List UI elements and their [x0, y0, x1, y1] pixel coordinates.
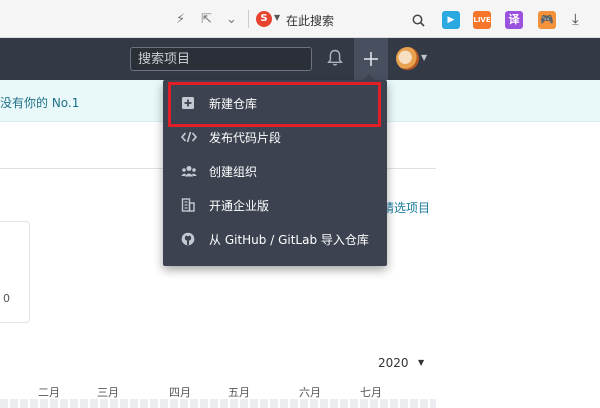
toolbar-divider — [248, 10, 249, 28]
chevron-down-icon[interactable]: ⌄ — [226, 12, 237, 27]
caret-down-icon[interactable]: ▼ — [274, 13, 280, 22]
month-label: 四月 — [169, 386, 191, 399]
highlight-box — [168, 82, 381, 127]
menu-item-label: 从 GitHub / GitLab 导入仓库 — [209, 233, 369, 247]
plus-icon — [364, 52, 378, 66]
sogou-logo-icon[interactable]: S — [256, 11, 272, 27]
contribution-calendar — [0, 399, 436, 408]
caret-down-icon[interactable]: ▼ — [421, 53, 427, 62]
month-label: 五月 — [228, 386, 250, 399]
menu-item-create-organization[interactable]: 创建组织 — [163, 154, 387, 188]
stats-value: 0 — [3, 292, 10, 305]
menu-item-enterprise[interactable]: 开通企业版 — [163, 188, 387, 222]
menu-item-import-repository[interactable]: 从 GitHub / GitLab 导入仓库 — [163, 222, 387, 256]
download-icon[interactable]: ⤓ — [572, 10, 579, 28]
site-header: ▼ — [0, 38, 600, 80]
search-icon[interactable] — [412, 12, 425, 31]
bell-icon[interactable] — [327, 49, 343, 71]
month-label: 六月 — [299, 386, 321, 399]
avatar[interactable] — [396, 47, 419, 70]
code-icon — [180, 129, 198, 143]
building-icon — [181, 197, 195, 212]
live-extension-icon[interactable]: LIVE — [473, 11, 491, 29]
people-icon — [181, 163, 197, 177]
translate-extension-icon[interactable]: 译 — [505, 11, 523, 29]
lightning-icon[interactable]: ⚡ — [176, 12, 185, 27]
year-select[interactable]: 2020 — [378, 356, 409, 370]
featured-projects-link[interactable]: 精选项目 — [382, 199, 430, 216]
menu-item-label: 开通企业版 — [209, 199, 270, 213]
browser-search-box[interactable]: 在此搜索 — [286, 12, 334, 29]
search-input[interactable] — [130, 47, 312, 71]
gamepad-icon[interactable]: 🎮 — [538, 11, 556, 29]
menu-item-label: 创建组织 — [209, 165, 258, 179]
stats-card — [0, 221, 30, 323]
video-extension-icon[interactable]: ▶ — [442, 11, 460, 29]
month-label: 二月 — [38, 386, 60, 399]
menu-item-label: 发布代码片段 — [209, 131, 282, 145]
banner-text: 没有你的 No.1 — [0, 96, 80, 110]
github-icon — [181, 231, 195, 246]
caret-down-icon[interactable]: ▼ — [418, 358, 424, 367]
browser-toolbar: ⚡ ⇱ ⌄ S ▼ 在此搜索 ▶ LIVE 译 🎮 ⤓ — [0, 0, 600, 38]
month-label: 三月 — [97, 386, 119, 399]
month-label: 七月 — [360, 386, 382, 399]
share-icon[interactable]: ⇱ — [201, 12, 212, 27]
